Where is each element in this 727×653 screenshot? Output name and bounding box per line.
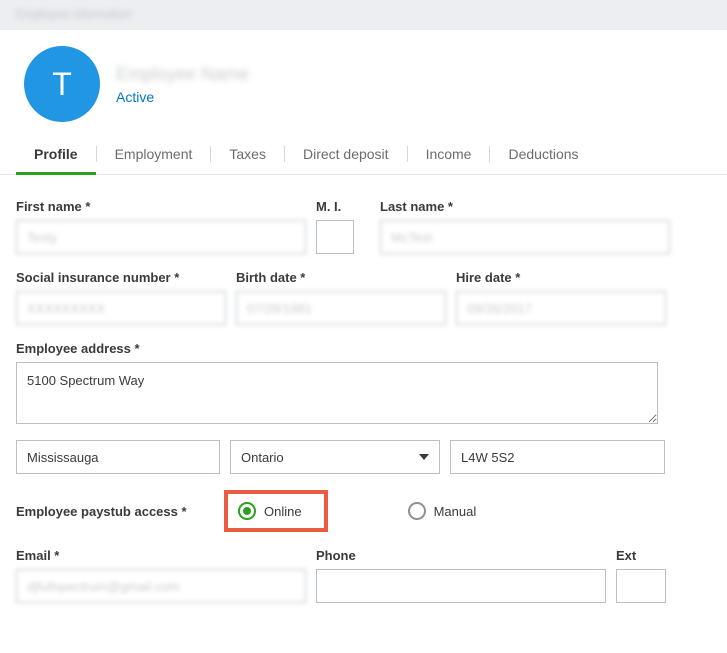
label-hire-date: Hire date *: [456, 270, 666, 285]
postal-input[interactable]: [450, 440, 665, 474]
label-last-name: Last name *: [380, 199, 670, 214]
province-select[interactable]: Ontario: [230, 440, 440, 474]
tab-profile[interactable]: Profile: [16, 134, 96, 174]
radio-online[interactable]: Online: [238, 502, 302, 520]
chevron-down-icon: [419, 454, 429, 460]
last-name-input[interactable]: [380, 220, 670, 254]
mi-input[interactable]: [316, 220, 354, 254]
tab-income[interactable]: Income: [408, 134, 490, 174]
tab-deductions[interactable]: Deductions: [490, 134, 596, 174]
radio-icon: [408, 502, 426, 520]
form-area: First name * M. I. Last name * Social in…: [0, 175, 727, 643]
radio-online-label: Online: [264, 504, 302, 519]
label-ext: Ext: [616, 548, 666, 563]
tab-taxes[interactable]: Taxes: [211, 134, 284, 174]
phone-input[interactable]: [316, 569, 606, 603]
avatar-letter: T: [52, 66, 72, 103]
radio-icon: [238, 502, 256, 520]
address-input[interactable]: 5100 Spectrum Way: [16, 362, 658, 424]
top-bar-text: Employee information: [16, 7, 132, 21]
tabs: Profile Employment Taxes Direct deposit …: [0, 134, 727, 175]
sin-input[interactable]: [16, 291, 226, 325]
city-input[interactable]: [16, 440, 220, 474]
employee-header: T Employee Name Active: [0, 30, 727, 134]
ext-input[interactable]: [616, 569, 666, 603]
label-sin: Social insurance number *: [16, 270, 226, 285]
label-mi: M. I.: [316, 199, 354, 214]
label-birth-date: Birth date *: [236, 270, 446, 285]
birth-date-input[interactable]: [236, 291, 446, 325]
label-paystub-access: Employee paystub access *: [16, 504, 200, 519]
label-phone: Phone: [316, 548, 606, 563]
avatar: T: [24, 46, 100, 122]
label-first-name: First name *: [16, 199, 306, 214]
email-input[interactable]: [16, 569, 306, 603]
province-value: Ontario: [241, 450, 284, 465]
employee-name: Employee Name: [116, 64, 249, 85]
first-name-input[interactable]: [16, 220, 306, 254]
hire-date-input[interactable]: [456, 291, 666, 325]
label-address: Employee address *: [16, 341, 658, 356]
radio-manual[interactable]: Manual: [408, 502, 477, 520]
radio-manual-label: Manual: [434, 504, 477, 519]
status-link[interactable]: Active: [116, 89, 249, 105]
tab-employment[interactable]: Employment: [97, 134, 211, 174]
top-bar: Employee information: [0, 0, 727, 30]
tab-direct-deposit[interactable]: Direct deposit: [285, 134, 407, 174]
highlight-online-option: Online: [224, 490, 328, 532]
label-email: Email *: [16, 548, 306, 563]
